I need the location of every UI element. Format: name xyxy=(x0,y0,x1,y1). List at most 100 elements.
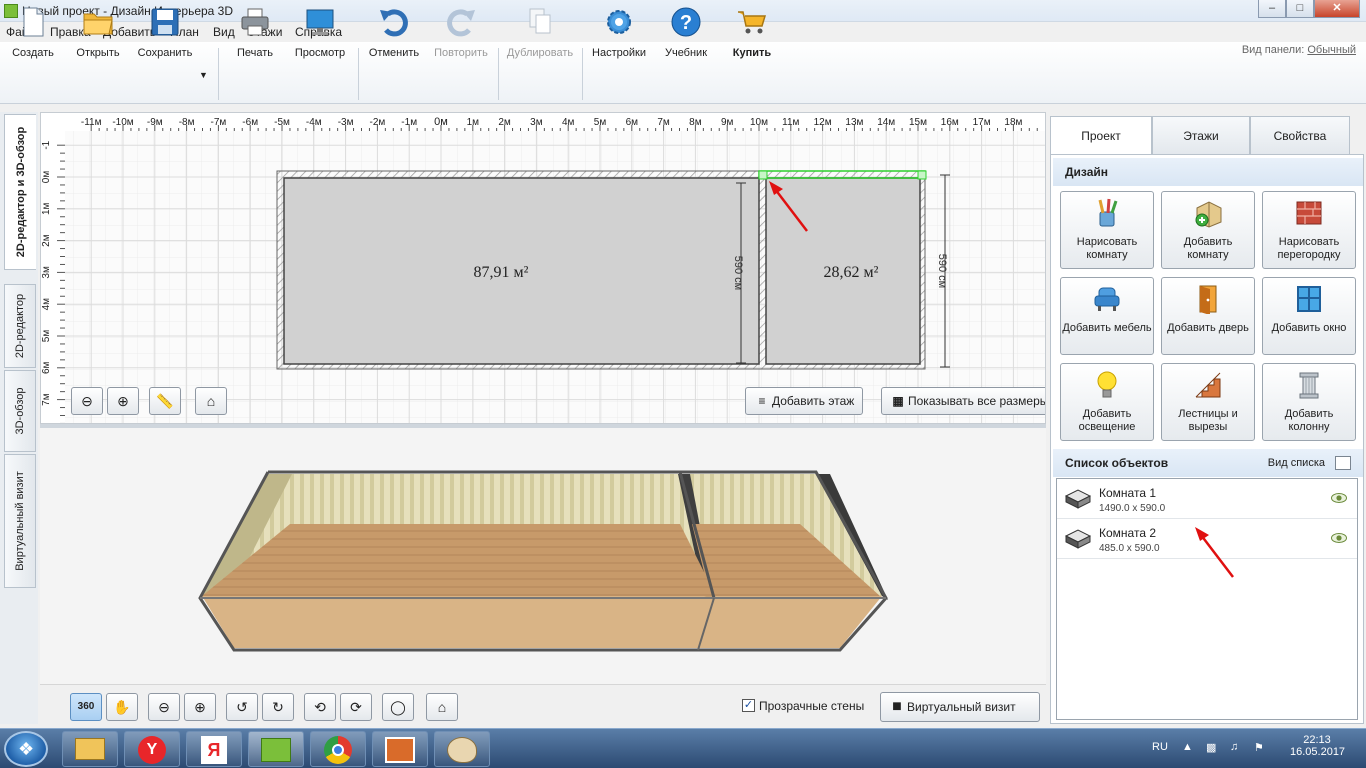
clock[interactable]: 22:13 16.05.2017 xyxy=(1290,734,1345,758)
tab-2d[interactable]: 2D-редактор xyxy=(4,284,36,368)
add-furniture-button[interactable]: Добавить мебель xyxy=(1060,277,1154,355)
tilt-down-button[interactable]: ⟳ xyxy=(340,693,372,721)
ruler-y-label: 6м xyxy=(41,361,52,374)
save-disk-icon xyxy=(151,8,179,36)
minimize-button[interactable]: – xyxy=(1258,0,1286,18)
paint-taskbar-icon[interactable] xyxy=(434,731,490,767)
zoom-out-button[interactable]: ⊖ xyxy=(71,387,103,415)
lighting-button[interactable]: ◯ xyxy=(382,693,414,721)
tab-3d[interactable]: 3D-обзор xyxy=(4,370,36,452)
tab-2d-3d[interactable]: 2D-редактор и 3D-обзор xyxy=(4,114,36,270)
transparent-walls-checkbox[interactable]: ✓ xyxy=(742,699,755,712)
explorer-taskbar-icon[interactable] xyxy=(62,731,118,767)
wall-handle[interactable] xyxy=(758,170,768,180)
home-3d-button[interactable]: ⌂ xyxy=(426,693,458,721)
tutorial-button[interactable]: ? Учебник xyxy=(658,6,714,59)
add-floor-button[interactable]: ≡ Добавить этаж xyxy=(745,387,864,415)
duplicate-button[interactable]: Дублировать xyxy=(504,6,576,59)
interior-design-taskbar-icon[interactable] xyxy=(248,731,304,767)
close-button[interactable]: ✕ xyxy=(1314,0,1360,18)
save-dropdown-icon[interactable]: ▼ xyxy=(199,70,208,80)
rotate-right-button[interactable]: ↻ xyxy=(262,693,294,721)
tab-project-label: Проект xyxy=(1081,129,1121,143)
open-button[interactable]: Открыть xyxy=(70,6,126,59)
zoom-out-3d-button[interactable]: ⊖ xyxy=(148,693,180,721)
room-box-icon xyxy=(1065,529,1091,549)
redo-button[interactable]: Повторить xyxy=(430,6,492,59)
photos-taskbar-icon[interactable] xyxy=(372,731,428,767)
object-list[interactable]: Комната 1 1490.0 x 590.0 Комната 2 485.0… xyxy=(1056,478,1358,720)
virtual-visit-button[interactable]: ■ Виртуальный визит xyxy=(880,692,1040,722)
zoom-in-icon: ⊕ xyxy=(117,393,129,409)
list-view-icon[interactable] xyxy=(1335,456,1351,470)
volume-icon[interactable]: ♫ xyxy=(1230,741,1238,753)
transparent-walls-label: Прозрачные стены xyxy=(759,699,865,713)
add-door-button[interactable]: Добавить дверь xyxy=(1161,277,1255,355)
room-plus-icon xyxy=(1195,201,1222,228)
show-dimensions-button[interactable]: ▦ Показывать все размеры xyxy=(881,387,1045,415)
tab-project[interactable]: Проект xyxy=(1050,116,1152,156)
tab-virtual-visit[interactable]: Виртуальный визит xyxy=(4,454,36,588)
stairs-cutouts-label: Лестницы и вырезы xyxy=(1178,408,1238,433)
vertical-tabs: 2D-редактор и 3D-обзор 2D-редактор 3D-об… xyxy=(0,112,38,724)
rotate-360-icon: 360 xyxy=(77,701,95,712)
list-item-room-1[interactable]: Комната 1 1490.0 x 590.0 xyxy=(1057,479,1357,519)
language-indicator[interactable]: RU xyxy=(1152,741,1168,753)
ruler-y-label: 5м xyxy=(41,330,52,343)
view-3d[interactable] xyxy=(40,428,1046,684)
panel-view: Вид панели: Обычный xyxy=(1242,44,1356,56)
zoom-in-button[interactable]: ⊕ xyxy=(107,387,139,415)
tilt-up-button[interactable]: ⟲ xyxy=(304,693,336,721)
yandex-taskbar-icon[interactable]: Я xyxy=(186,731,242,767)
window-icon xyxy=(1297,286,1321,312)
ruler-y-label: -1 xyxy=(41,140,52,149)
eye-icon[interactable] xyxy=(1331,493,1347,503)
draw-partition-button[interactable]: Нарисовать перегородку xyxy=(1262,191,1356,269)
eye-icon[interactable] xyxy=(1331,533,1347,543)
tray-arrow-icon[interactable]: ▲ xyxy=(1182,741,1193,753)
panel-view-link[interactable]: Обычный xyxy=(1307,44,1356,56)
rotate-left-button[interactable]: ↺ xyxy=(226,693,258,721)
objects-header-label: Список объектов xyxy=(1065,456,1169,470)
save-button[interactable]: Сохранить xyxy=(134,6,196,59)
chrome-taskbar-icon[interactable] xyxy=(310,731,366,767)
buy-button[interactable]: Купить xyxy=(724,6,780,59)
print-button[interactable]: Печать xyxy=(230,6,280,59)
undo-button[interactable]: Отменить xyxy=(366,6,422,59)
ruler-tool-button[interactable]: 📏 xyxy=(149,387,181,415)
red-arrow-annotation xyxy=(1195,527,1234,578)
tab-properties[interactable]: Свойства xyxy=(1250,116,1350,154)
maximize-button[interactable]: □ xyxy=(1286,0,1314,18)
new-button[interactable]: Создать xyxy=(8,6,58,59)
draw-room-label: Нарисовать комнату xyxy=(1076,236,1138,261)
dimensions-icon: ▦ xyxy=(892,394,904,408)
add-lighting-button[interactable]: Добавить освещение xyxy=(1060,363,1154,441)
home-view-button[interactable]: ⌂ xyxy=(195,387,227,415)
add-window-button[interactable]: Добавить окно xyxy=(1262,277,1356,355)
plan-canvas[interactable]: -11м -10м -9м -8м -7м -6м -5м -4м -3м -2м -1м 0м 1м 2… xyxy=(41,113,1046,424)
preview-button[interactable]: Просмотр xyxy=(292,6,348,59)
add-window-label: Добавить окно xyxy=(1271,322,1347,334)
draw-room-button[interactable]: Нарисовать комнату xyxy=(1060,191,1154,269)
pencil-cup-icon xyxy=(1098,198,1118,227)
wall-handle[interactable] xyxy=(917,170,927,180)
pan-button[interactable]: ✋ xyxy=(106,693,138,721)
start-button[interactable]: ❖ xyxy=(4,731,48,767)
zoom-in-3d-button[interactable]: ⊕ xyxy=(184,693,216,721)
add-room-button[interactable]: Добавить комнату xyxy=(1161,191,1255,269)
panel-view-label: Вид панели: xyxy=(1241,44,1305,56)
ruler-y-label: 4м xyxy=(41,298,52,311)
add-column-button[interactable]: Добавить колонну xyxy=(1262,363,1356,441)
view-3d-canvas[interactable] xyxy=(40,428,1046,684)
settings-button[interactable]: Настройки xyxy=(588,6,650,59)
rotate-right-icon: ↻ xyxy=(272,699,284,715)
orbit-360-button[interactable]: 360 xyxy=(70,693,102,721)
list-view-label[interactable]: Вид списка xyxy=(1268,449,1325,477)
stairs-cutouts-button[interactable]: Лестницы и вырезы xyxy=(1161,363,1255,441)
network-icon[interactable]: ▩ xyxy=(1206,741,1216,754)
room-box-icon xyxy=(1065,489,1091,509)
tab-floors[interactable]: Этажи xyxy=(1152,116,1250,154)
flag-icon[interactable]: ⚑ xyxy=(1254,741,1264,754)
yandex-browser-taskbar-icon[interactable]: Y xyxy=(124,731,180,767)
plan-2d-editor[interactable]: -11м -10м -9м -8м -7м -6м -5м -4м -3м -2м -1м 0м 1м 2… xyxy=(40,112,1046,424)
